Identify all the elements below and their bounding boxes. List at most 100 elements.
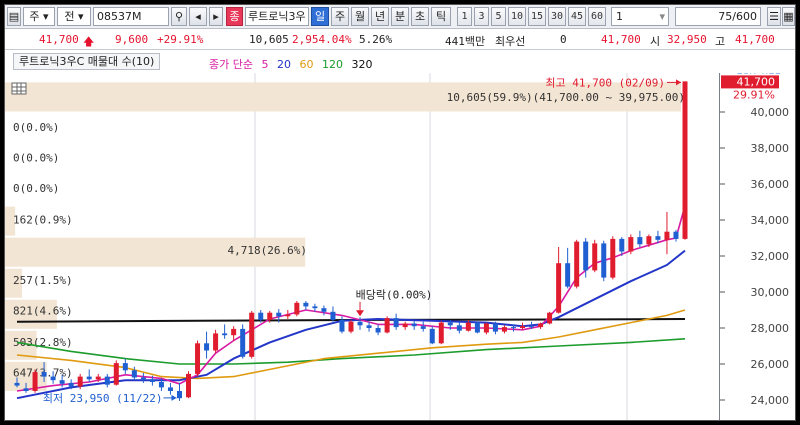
up-arrow-icon: 🡅 (83, 35, 95, 48)
candle-body (258, 312, 264, 320)
candle-body (438, 322, 444, 344)
quote-bar: 41,700 🡅 9,600 +29.91% 10,605 2,954.04% … (5, 30, 795, 50)
max-price-label: 최고 41,700 (02/09) (545, 76, 665, 89)
unit-select[interactable]: 1 ▾ (611, 7, 669, 26)
quote-high: 41,700 (735, 33, 775, 46)
candle-body (86, 376, 92, 380)
candle-body (249, 312, 255, 357)
candle-body (32, 372, 38, 391)
volume-profile-label: 0(0.0%) (13, 121, 59, 134)
y-tick-label: 28,000 (751, 322, 790, 335)
code-input[interactable]: 08537M (93, 7, 169, 26)
interval-3[interactable]: 3 (474, 7, 489, 26)
y-tick-label: 34,000 (751, 214, 790, 227)
y-tick-label: 36,000 (751, 178, 790, 191)
volume-profile-label: 162(0.9%) (13, 214, 73, 227)
period-month[interactable]: 월 (351, 7, 369, 26)
candle-body (267, 312, 273, 320)
stock-name-field: 루트로닉3우 (245, 7, 309, 26)
candle-body (547, 312, 553, 324)
candle-body (375, 328, 381, 333)
candle-body (420, 326, 426, 329)
ma320-label: 320 (351, 58, 373, 71)
candle-body (574, 241, 580, 287)
candle-body (646, 236, 652, 245)
candle-body (456, 325, 462, 331)
candle-body (294, 302, 300, 315)
chart-title[interactable]: 루트로닉3우C 매물대 수(10) (13, 53, 161, 70)
interval-45[interactable]: 45 (568, 7, 586, 26)
period-year[interactable]: 년 (371, 7, 389, 26)
candle-body (285, 314, 291, 317)
candle-body (520, 326, 526, 328)
candle-body (140, 377, 146, 380)
quote-turnover: 5.26% (359, 33, 393, 46)
candle-body (619, 238, 625, 252)
interval-15[interactable]: 15 (528, 7, 546, 26)
ma-legend[interactable]: 종가 단순 5 20 60 120 320 (209, 56, 377, 72)
count-input[interactable]: 75/600 (675, 7, 761, 26)
candle-body (23, 388, 29, 391)
quote-priority-label: 최우선 (495, 35, 526, 48)
candle-body (158, 382, 164, 388)
y-tick-label: 24,000 (751, 394, 790, 407)
candle-body (366, 325, 372, 328)
candle-body (655, 236, 661, 240)
scope-select[interactable]: 전 ▾ (57, 7, 91, 26)
quote-current: 41,700 (601, 33, 641, 46)
period-second[interactable]: 초 (411, 7, 429, 26)
quote-open: 32,950 (667, 33, 707, 46)
ma-label: 종가 단순 (209, 58, 253, 71)
candle-body (68, 382, 74, 387)
grid-toggle-icon[interactable] (11, 82, 27, 95)
y-tick-label: 38,000 (751, 142, 790, 155)
interval-1[interactable]: 1 (457, 7, 472, 26)
period-tick[interactable]: 틱 (431, 7, 451, 26)
period-week[interactable]: 주 (331, 7, 349, 26)
candle-body (195, 343, 201, 374)
candle-body (176, 391, 182, 399)
candle-body (213, 333, 219, 351)
stock-type-badge[interactable]: 종 (226, 7, 243, 26)
interval-10[interactable]: 10 (508, 7, 526, 26)
layout-icon[interactable]: ▦ (782, 7, 795, 26)
period-minute[interactable]: 분 (391, 7, 409, 26)
sound-icon[interactable]: ◂ (189, 7, 207, 26)
candle-body (673, 231, 679, 239)
candle-body (501, 327, 507, 332)
candle-body (538, 323, 544, 328)
interval-60[interactable]: 60 (588, 7, 606, 26)
interval-30[interactable]: 30 (548, 7, 566, 26)
y-tick-label: 40,000 (751, 106, 790, 119)
lc-label: LC:74.11 (736, 73, 781, 76)
candle-body (14, 382, 20, 386)
candle-body (492, 323, 498, 332)
candle-body (510, 327, 516, 329)
search-icon[interactable]: ⚲ (171, 7, 187, 26)
candle-body (529, 326, 535, 328)
candle-body (312, 306, 318, 309)
candle-body (601, 243, 607, 278)
interval-5[interactable]: 5 (491, 7, 506, 26)
step-icon[interactable]: ▸ (209, 7, 223, 26)
candle-body (429, 328, 435, 344)
candle-body (104, 376, 110, 385)
candle-body (231, 328, 237, 336)
candle-body (330, 311, 336, 320)
candle-body (276, 312, 282, 317)
period-day[interactable]: 일 (311, 7, 329, 26)
menu-icon[interactable]: ▤ (7, 7, 21, 26)
market-select[interactable]: 주 ▾ (23, 7, 55, 26)
candle-body (186, 373, 192, 398)
volume-profile-label: 0(0.0%) (13, 152, 59, 165)
price-chart[interactable]: 10,605(59.9%)(41,700.00 ~ 39,975.00) 0(0.… (5, 73, 796, 421)
candle-body (77, 376, 83, 387)
volume-profile-label: 257(1.5%) (13, 274, 73, 287)
candle-body (222, 333, 228, 336)
candle-body (583, 241, 589, 271)
volume-profile-label: 821(4.6%) (13, 305, 73, 318)
y-tick-label: 32,000 (751, 250, 790, 263)
quote-amount: 441백만 (445, 35, 486, 48)
settings-icon[interactable]: ☰ (767, 7, 781, 26)
candle-body (637, 237, 643, 245)
